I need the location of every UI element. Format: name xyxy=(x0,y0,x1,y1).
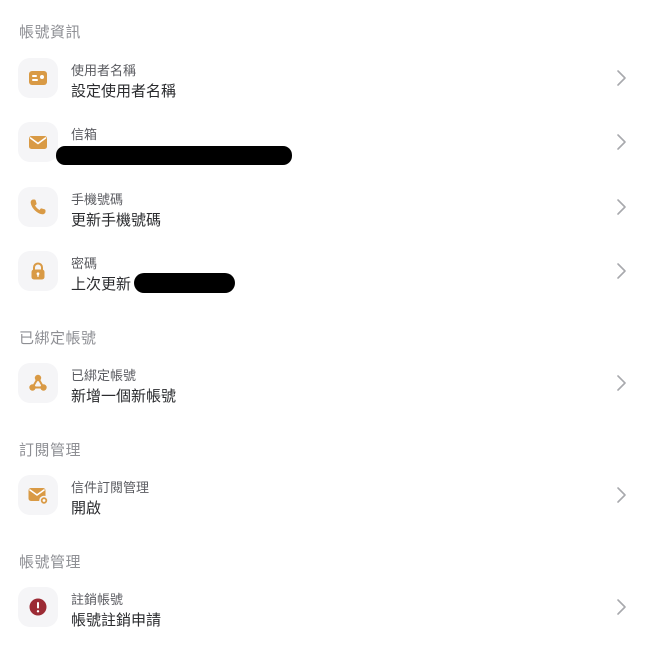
password-value: 上次更新 xyxy=(71,275,132,293)
lock-icon xyxy=(31,262,45,280)
email-label: 信箱 xyxy=(71,128,98,143)
phone-label: 手機號碼 xyxy=(71,193,124,208)
section-title-account-info: 帳號資訊 xyxy=(19,23,82,41)
linked-value: 新增一個新帳號 xyxy=(71,387,177,405)
envelope-icon-box xyxy=(18,122,58,162)
row-username[interactable]: 使用者名稱 設定使用者名稱 xyxy=(0,54,640,102)
chevron-right-icon xyxy=(617,263,626,279)
chevron-right-icon xyxy=(617,599,626,615)
lock-icon-box xyxy=(18,251,58,291)
account-settings-panel: 帳號資訊 使用者名稱 設定使用者名稱 信箱 手機號碼 更新手機號碼 密碼 上次更… xyxy=(0,0,648,650)
id-card-icon xyxy=(29,71,47,85)
share-nodes-icon xyxy=(29,374,47,391)
row-password[interactable]: 密碼 上次更新 xyxy=(0,247,640,295)
chevron-right-icon xyxy=(617,70,626,86)
row-email[interactable]: 信箱 xyxy=(0,118,640,166)
password-date-redaction xyxy=(134,273,235,293)
chevron-right-icon xyxy=(617,134,626,150)
linked-label: 已綁定帳號 xyxy=(71,369,137,384)
email-redaction xyxy=(56,146,292,165)
alert-circle-icon xyxy=(29,598,47,616)
chevron-right-icon xyxy=(617,375,626,391)
password-label: 密碼 xyxy=(71,257,98,272)
username-label: 使用者名稱 xyxy=(71,64,137,79)
phone-icon xyxy=(30,199,46,215)
alert-circle-icon-box xyxy=(18,587,58,627)
phone-icon-box xyxy=(18,187,58,227)
share-nodes-icon-box xyxy=(18,363,58,403)
id-card-icon-box xyxy=(18,58,58,98)
chevron-right-icon xyxy=(617,199,626,215)
delete-label: 註銷帳號 xyxy=(71,593,124,608)
newsletter-value: 開啟 xyxy=(71,499,102,517)
newsletter-label: 信件訂閱管理 xyxy=(71,481,150,496)
row-phone[interactable]: 手機號碼 更新手機號碼 xyxy=(0,183,640,231)
row-newsletter[interactable]: 信件訂閱管理 開啟 xyxy=(0,471,640,519)
row-linked-account[interactable]: 已綁定帳號 新增一個新帳號 xyxy=(0,359,640,407)
envelope-badge-icon-box xyxy=(18,475,58,515)
chevron-right-icon xyxy=(617,487,626,503)
section-title-subscription: 訂閱管理 xyxy=(19,441,82,459)
envelope-icon xyxy=(29,136,47,149)
row-delete-account[interactable]: 註銷帳號 帳號註銷申請 xyxy=(0,583,640,631)
delete-value: 帳號註銷申請 xyxy=(71,611,162,629)
username-value: 設定使用者名稱 xyxy=(71,82,177,100)
section-title-linked-accounts: 已綁定帳號 xyxy=(19,329,97,347)
phone-value: 更新手機號碼 xyxy=(71,211,162,229)
section-title-account-management: 帳號管理 xyxy=(19,553,82,571)
envelope-badge-icon xyxy=(28,488,49,506)
